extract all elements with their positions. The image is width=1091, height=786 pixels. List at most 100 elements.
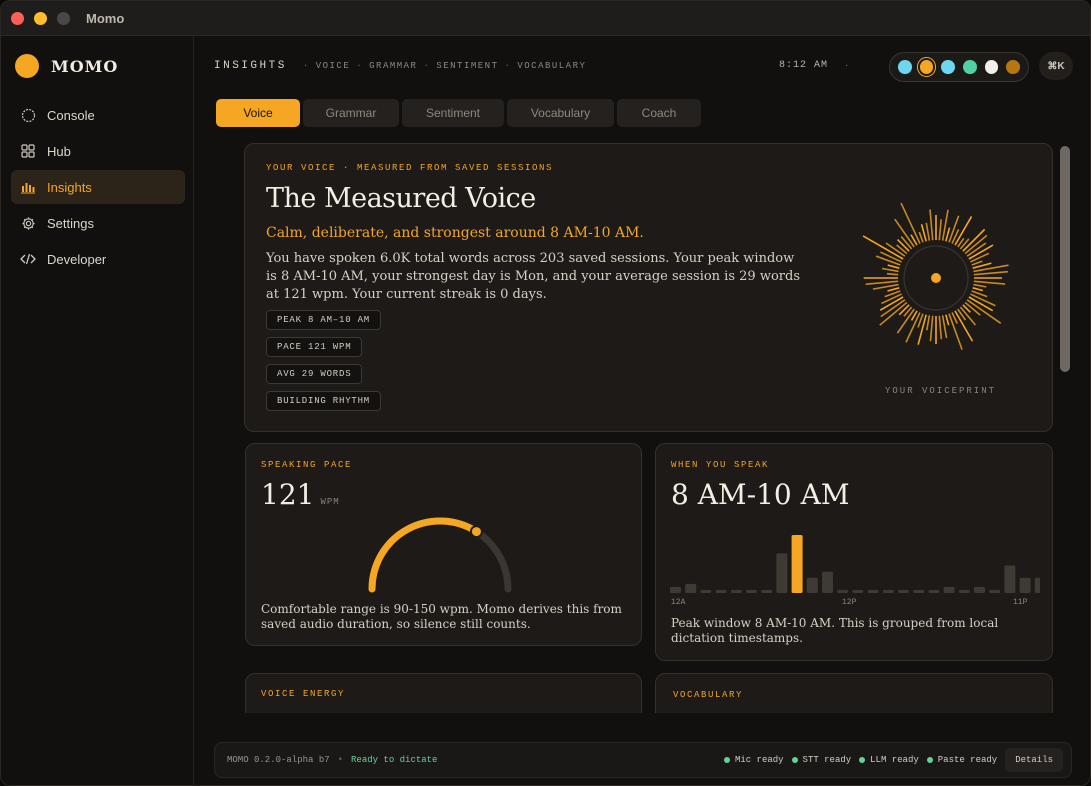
hour-bar [685, 583, 697, 593]
gauge-knob [469, 525, 483, 539]
vocab-eyebrow: VOCABULARY [673, 690, 744, 700]
theme-swatch[interactable] [898, 60, 912, 74]
when-eyebrow: WHEN YOU SPEAK [671, 460, 770, 470]
voiceprint-ray [862, 235, 904, 260]
sidebar-item-hub[interactable]: Hub [11, 134, 185, 168]
crumb-voice[interactable]: VOICE [316, 61, 351, 71]
tab-grammar[interactable]: Grammar [303, 99, 399, 127]
hour-bar [1034, 577, 1040, 593]
voiceprint-ray [970, 252, 990, 263]
hour-bar [1004, 565, 1016, 593]
theme-swatch[interactable] [1006, 60, 1021, 74]
grid-icon [20, 143, 36, 159]
gauge-track [368, 517, 512, 593]
command-palette-button[interactable]: ⌘K [1039, 52, 1073, 80]
hour-bar [913, 589, 925, 593]
theme-swatch[interactable] [963, 60, 977, 74]
content-scrollbar[interactable] [1060, 146, 1070, 372]
tab-vocabulary[interactable]: Vocabulary [507, 99, 614, 127]
voiceprint-ray [973, 283, 987, 288]
tab-sentiment[interactable]: Sentiment [402, 99, 504, 127]
hour-bar [822, 571, 833, 593]
hero-title: The Measured Voice [266, 183, 536, 214]
theme-swatch[interactable] [941, 60, 956, 74]
brand: MOMO [15, 54, 118, 78]
zoom-window-button[interactable] [57, 12, 70, 25]
status-mic: Mic ready [723, 755, 784, 765]
hour-bar [670, 586, 681, 593]
hour-bar [761, 589, 773, 593]
voiceprint-ray [881, 267, 899, 273]
voiceprint-ray [938, 315, 943, 340]
status-stt: STT ready [791, 755, 851, 765]
voiceprint-ray [929, 209, 934, 241]
pace-gauge [368, 517, 512, 593]
hour-bar [989, 589, 1001, 593]
hour-bar [943, 586, 955, 593]
voiceprint-label: YOUR VOICEPRINT [885, 386, 997, 396]
sidebar-item-label: Console [47, 107, 95, 123]
hour-bar [928, 589, 940, 593]
voiceprint-ray [973, 270, 1008, 276]
voiceprint-ray [886, 272, 899, 276]
hour-bar [898, 589, 909, 593]
crumb-grammar[interactable]: GRAMMAR [369, 61, 417, 71]
app-version: MOMO 0.2.0-alpha b7 [227, 755, 330, 765]
close-window-button[interactable] [11, 12, 24, 25]
voiceprint-ray [972, 287, 984, 292]
tab-voice[interactable]: Voice [216, 99, 300, 127]
voiceprint-ray [865, 280, 899, 285]
hour-bar [958, 589, 970, 593]
pace-value: 121 [261, 478, 315, 511]
pace-eyebrow: SPEAKING PACE [261, 460, 353, 470]
crumb-vocabulary[interactable]: VOCABULARY [517, 61, 586, 71]
hero-summary: You have spoken 6.0K total words across … [266, 251, 800, 302]
voiceprint-ray [929, 315, 934, 342]
minimize-window-button[interactable] [34, 12, 47, 25]
voice-hero-card: YOUR VOICE · MEASURED FROM SAVED SESSION… [244, 143, 1053, 432]
pace-description: Comfortable range is 90-150 wpm. Momo de… [261, 602, 622, 631]
sidebar-item-console[interactable]: Console [11, 98, 185, 132]
clock-separator: · [845, 60, 849, 71]
title-bar: Momo [1, 1, 1090, 36]
voiceprint-ray [971, 260, 983, 266]
status-llm: LLM ready [859, 755, 919, 765]
sidebar-item-settings[interactable]: Settings [11, 206, 185, 240]
hour-bar [837, 589, 849, 593]
when-you-speak-card: WHEN YOU SPEAK 8 AM-10 AM 12A 12P 11P Pe… [655, 443, 1053, 661]
hour-bar [730, 589, 742, 593]
voiceprint-ray [918, 231, 924, 243]
sidebar-item-insights[interactable]: Insights [11, 170, 185, 204]
tab-coach[interactable]: Coach [617, 99, 701, 127]
hero-subtitle: Calm, deliberate, and strongest around 8… [266, 225, 644, 241]
hour-bar [700, 589, 712, 593]
sidebar-item-label: Hub [47, 143, 71, 159]
voice-energy-card: VOICE ENERGY [245, 673, 642, 713]
voiceprint-ray [925, 222, 931, 241]
voiceprint-center-dot [931, 273, 941, 283]
window-title: Momo [86, 11, 125, 26]
main-area: INSIGHTS · VOICE · GRAMMAR · SENTIMENT · VOC… [195, 36, 1090, 785]
theme-swatches [889, 52, 1029, 82]
voiceprint-graphic [862, 202, 1009, 350]
sidebar-item-label: Settings [47, 215, 94, 231]
gauge-fill [368, 517, 480, 593]
sidebar-item-developer[interactable]: Developer [11, 242, 185, 276]
sidebar-nav: Console Hub Insights Settings Developer [11, 98, 185, 278]
hour-bar [882, 589, 894, 593]
speaking-pace-card: SPEAKING PACE 121 WPM Comfortable range … [245, 443, 642, 646]
theme-swatch[interactable] [984, 60, 999, 74]
hour-bar [1019, 577, 1031, 593]
voiceprint-ray [900, 202, 921, 244]
vocabulary-card: VOCABULARY [655, 673, 1053, 713]
breadcrumb: INSIGHTS · VOICE · GRAMMAR · SENTIMENT · VOC… [214, 60, 587, 72]
hour-bar [776, 553, 788, 593]
status-dot-icon [926, 757, 933, 763]
theme-swatch-selected[interactable] [919, 60, 934, 74]
crumb-sentiment[interactable]: SENTIMENT [436, 61, 498, 71]
details-button[interactable]: Details [1005, 748, 1063, 772]
hour-bar [806, 577, 818, 593]
axis-label-start: 12A [671, 598, 686, 607]
voiceprint-ray [925, 315, 931, 331]
status-dot-icon [859, 757, 866, 763]
